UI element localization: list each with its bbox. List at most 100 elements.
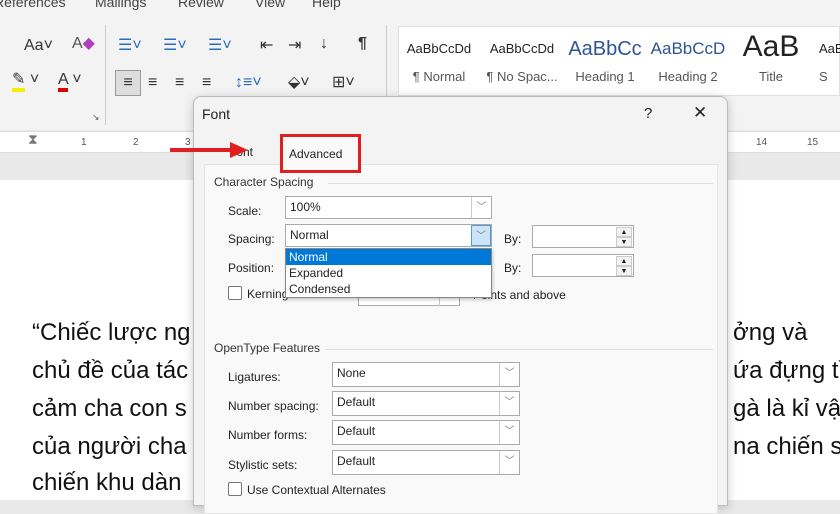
- number-forms-combo[interactable]: Default ﹀: [332, 420, 520, 445]
- chevron-down-icon[interactable]: ﹀: [471, 225, 491, 246]
- pilcrow-icon[interactable]: ¶: [358, 34, 367, 54]
- style-normal[interactable]: AaBbCcDd ¶ Normal: [399, 27, 479, 84]
- style-title[interactable]: AaB Title: [731, 27, 811, 84]
- tab-review[interactable]: Review: [178, 0, 224, 10]
- document-text: gà là kỉ vậ: [733, 395, 840, 422]
- decrease-indent-icon[interactable]: ⇤: [260, 36, 273, 56]
- spin-down-icon[interactable]: ▼: [616, 266, 632, 276]
- style-name: ¶ No Spac...: [486, 69, 558, 84]
- stylistic-sets-label: Stylistic sets:: [228, 458, 298, 472]
- ruler-mark: 1: [81, 137, 87, 148]
- chevron-down-icon[interactable]: ﹀: [499, 421, 519, 444]
- style-preview: AaB: [742, 30, 800, 63]
- tab-advanced[interactable]: Advanced: [280, 134, 361, 173]
- tab-advanced-label: Advanced: [289, 147, 343, 161]
- font-dialog: Font ? ✕ Font Character Spacing Scale: 1…: [193, 96, 728, 514]
- contextual-alternates-label: Use Contextual Alternates: [247, 483, 386, 497]
- scale-value: 100%: [290, 200, 321, 214]
- dialog-title: Font: [202, 106, 231, 122]
- ruler-mark: 15: [807, 137, 819, 148]
- position-by-spinner[interactable]: ▲ ▼: [532, 254, 634, 277]
- stylistic-sets-value: Default: [337, 454, 376, 468]
- ruler-mark: 2: [133, 137, 139, 148]
- style-subtitle[interactable]: AaB S: [819, 27, 840, 84]
- align-left-icon[interactable]: ≡: [115, 70, 141, 96]
- bullets-icon[interactable]: ☰˅: [118, 36, 142, 56]
- font-color-icon[interactable]: A ˅: [58, 70, 82, 92]
- section-opentype: OpenType Features: [214, 341, 321, 355]
- chevron-down-icon[interactable]: ﹀: [499, 363, 519, 386]
- style-name: Heading 1: [575, 69, 635, 84]
- style-preview: AaBbCcD: [650, 39, 726, 58]
- scale-label: Scale:: [228, 204, 262, 218]
- option-condensed[interactable]: Condensed: [286, 281, 491, 297]
- multilevel-list-icon[interactable]: ☰˅: [208, 36, 232, 56]
- spacing-label: Spacing:: [228, 232, 275, 246]
- number-forms-value: Default: [337, 424, 376, 438]
- document-text: “Chiếc lược ng: [32, 319, 191, 346]
- sort-icon[interactable]: ↓: [320, 34, 328, 54]
- ruler-mark: 14: [756, 137, 768, 148]
- help-button[interactable]: ?: [644, 105, 652, 122]
- style-preview: AaBbCcDd: [406, 41, 472, 56]
- spacing-by-spinner[interactable]: ▲ ▼: [532, 225, 634, 248]
- chevron-down-icon[interactable]: ﹀: [499, 392, 519, 415]
- borders-icon[interactable]: ⊞˅: [332, 73, 355, 93]
- align-right-icon[interactable]: ≡: [175, 73, 184, 93]
- font-dialog-launcher-icon[interactable]: ↘: [92, 112, 100, 123]
- chevron-down-icon[interactable]: ﹀: [471, 197, 491, 218]
- spacing-dropdown-list: Normal Expanded Condensed: [285, 248, 492, 298]
- ligatures-combo[interactable]: None ﹀: [332, 362, 520, 387]
- clear-formatting-icon[interactable]: A◆: [72, 34, 95, 54]
- document-text: cảm cha con s: [32, 395, 187, 422]
- close-button[interactable]: ✕: [693, 103, 707, 123]
- tab-mailings[interactable]: Mailings: [95, 0, 146, 10]
- contextual-alternates-checkbox[interactable]: [228, 482, 242, 496]
- align-center-icon[interactable]: ≡: [148, 73, 157, 93]
- number-spacing-label: Number spacing:: [228, 399, 319, 413]
- style-preview: AaBbCc: [568, 38, 642, 60]
- line-spacing-icon[interactable]: ↕≡˅: [235, 73, 262, 93]
- ligatures-value: None: [337, 366, 366, 380]
- style-no-spacing[interactable]: AaBbCcDd ¶ No Spac...: [482, 27, 562, 84]
- number-spacing-combo[interactable]: Default ﹀: [332, 391, 520, 416]
- spin-up-icon[interactable]: ▲: [616, 256, 632, 266]
- document-text: chủ đề của tác: [32, 357, 189, 384]
- tab-references[interactable]: References: [0, 0, 66, 10]
- style-preview: AaBbCcDd: [489, 41, 555, 56]
- spacing-value: Normal: [290, 228, 329, 242]
- indent-marker-icon[interactable]: ⧗: [28, 131, 38, 148]
- change-case-icon[interactable]: Aa˅: [24, 36, 53, 56]
- position-by-label: By:: [504, 261, 522, 275]
- advanced-panel: Character Spacing Scale: 100% ﹀ Spacing: …: [204, 164, 718, 514]
- spin-up-icon[interactable]: ▲: [616, 227, 632, 237]
- shading-icon[interactable]: ⬙˅: [288, 73, 310, 93]
- ligatures-label: Ligatures:: [228, 370, 281, 384]
- increase-indent-icon[interactable]: ⇥: [288, 36, 301, 56]
- style-name: ¶ Normal: [412, 69, 466, 84]
- chevron-down-icon[interactable]: ﹀: [499, 451, 519, 474]
- number-forms-label: Number forms:: [228, 428, 308, 442]
- stylistic-sets-combo[interactable]: Default ﹀: [332, 450, 520, 475]
- style-heading-1[interactable]: AaBbCc Heading 1: [565, 27, 645, 84]
- style-heading-2[interactable]: AaBbCcD Heading 2: [648, 27, 728, 84]
- option-normal[interactable]: Normal: [286, 249, 491, 265]
- styles-gallery: AaBbCcDd ¶ Normal AaBbCcDd ¶ No Spac... Aa…: [398, 26, 840, 96]
- number-spacing-value: Default: [337, 395, 376, 409]
- section-character-spacing: Character Spacing: [214, 175, 314, 189]
- spin-down-icon[interactable]: ▼: [616, 237, 632, 247]
- justify-icon[interactable]: ≡: [202, 73, 211, 93]
- document-text: na chiến sĩ: [733, 433, 840, 460]
- style-name: Title: [758, 69, 784, 84]
- document-text: của người cha: [32, 433, 187, 460]
- document-text: ởng và: [733, 319, 808, 346]
- highlight-icon[interactable]: ✎ ˅: [12, 70, 39, 92]
- kerning-checkbox[interactable]: [228, 286, 242, 300]
- option-expanded[interactable]: Expanded: [286, 265, 491, 281]
- tab-help[interactable]: Help: [312, 0, 341, 10]
- scale-combo[interactable]: 100% ﹀: [285, 196, 492, 219]
- tab-view[interactable]: View: [255, 0, 285, 10]
- spacing-combo[interactable]: Normal ﹀: [285, 224, 492, 247]
- spacing-by-label: By:: [504, 232, 522, 246]
- numbering-icon[interactable]: ☰˅: [163, 36, 187, 56]
